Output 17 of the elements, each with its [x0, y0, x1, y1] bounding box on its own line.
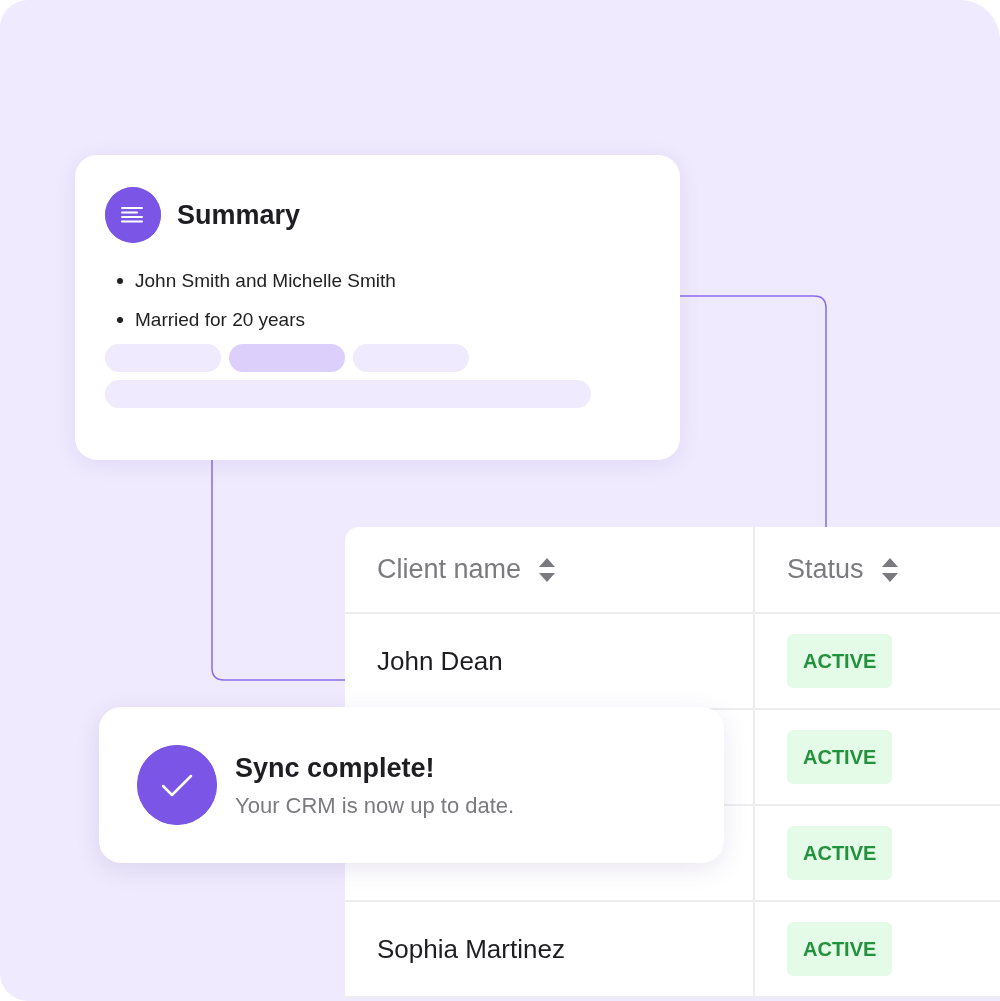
bullet-item: Married for 20 years: [135, 307, 305, 332]
checkmark-icon: [137, 745, 217, 825]
status-badge: ACTIVE: [787, 826, 893, 880]
toast-message: Your CRM is now up to date.: [235, 791, 515, 820]
bullet-item: John Smith and Michelle Smith: [135, 269, 396, 293]
status-badge: ACTIVE: [787, 730, 893, 784]
toast-title: Sync complete!: [235, 752, 436, 786]
status-badge: ACTIVE: [787, 634, 893, 688]
bullet-icon: [117, 316, 123, 323]
column-header[interactable]: Client name: [377, 549, 522, 590]
status-badge: ACTIVE: [787, 922, 893, 976]
card-title: Summary: [177, 198, 301, 232]
client-name: John Dean: [377, 644, 503, 678]
column-header[interactable]: Status: [787, 549, 864, 590]
bullet-icon: [117, 278, 123, 285]
document-icon: [105, 187, 161, 243]
client-name: Sophia Martinez: [377, 932, 565, 966]
